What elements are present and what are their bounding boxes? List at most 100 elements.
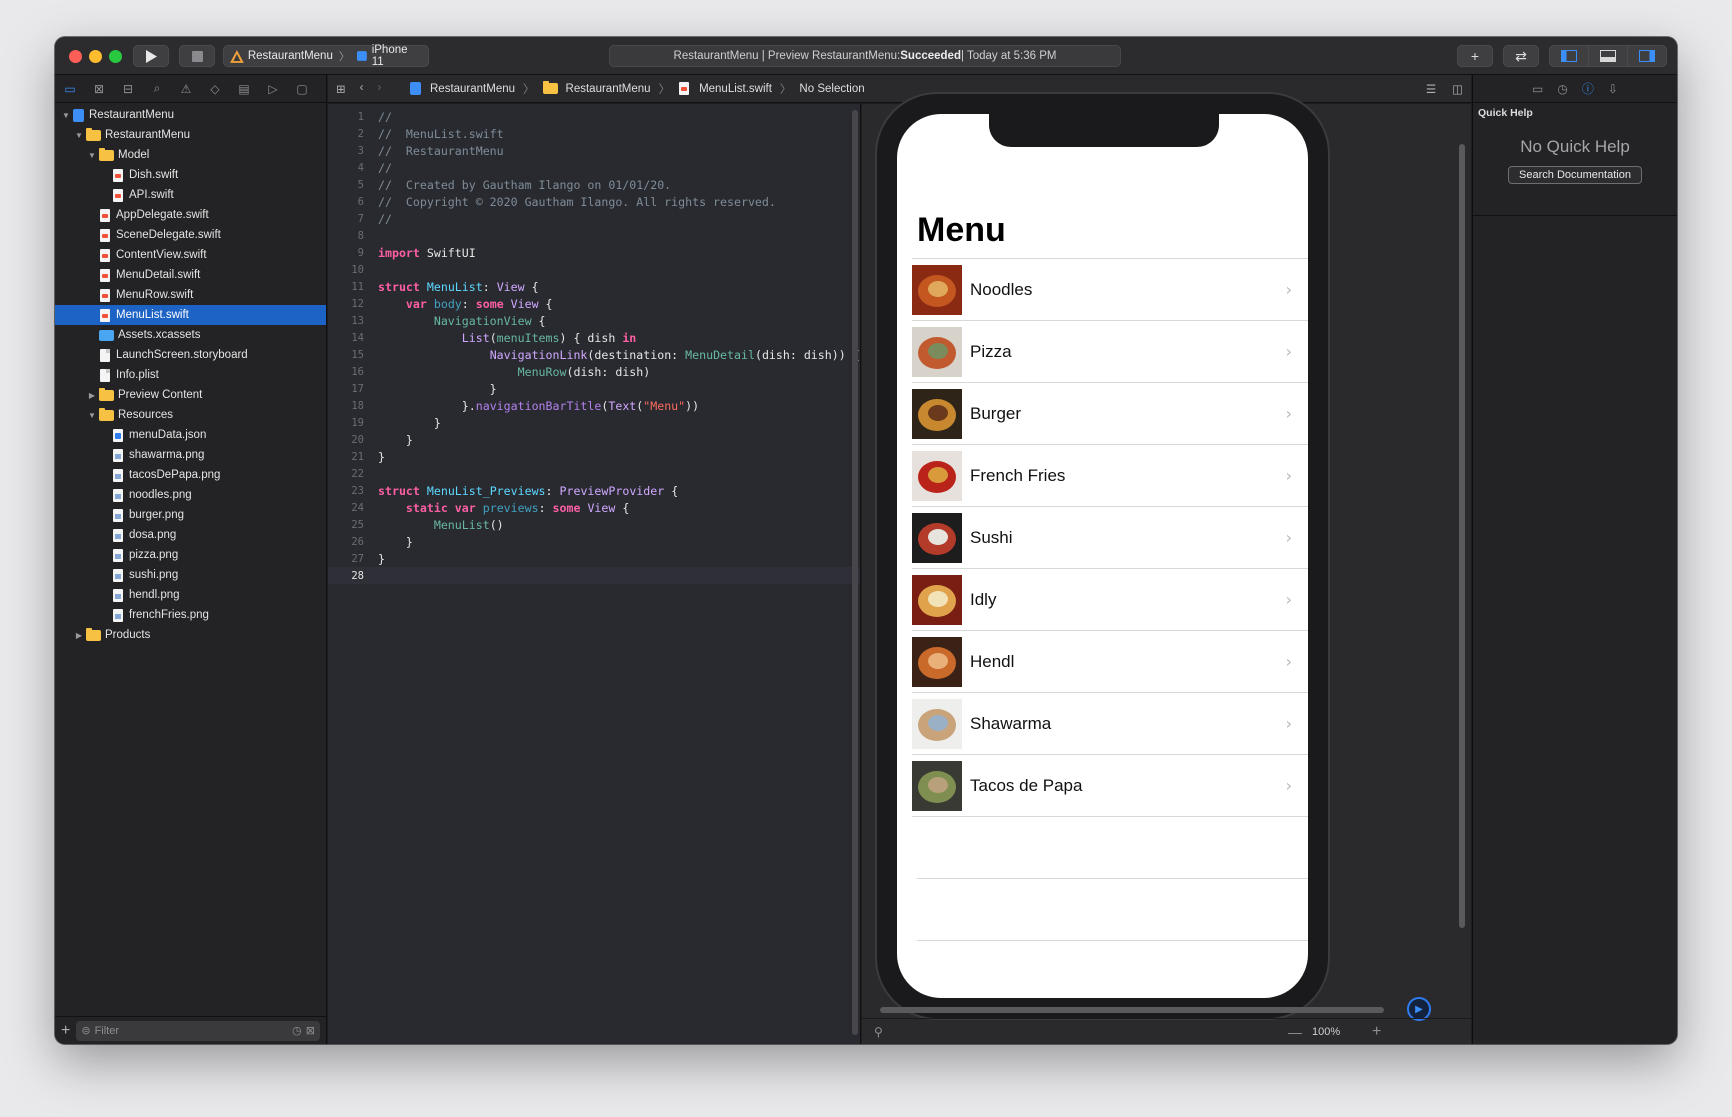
menu-row[interactable]: Tacos de Papa › (912, 755, 1308, 817)
file-tree-item[interactable]: noodles.png (55, 485, 326, 505)
editor-scrollbar[interactable] (852, 110, 858, 1035)
menu-row[interactable]: Burger › (912, 383, 1308, 445)
editor-options-icon[interactable]: ☰ (1426, 82, 1436, 96)
forward-button[interactable]: › (377, 82, 381, 96)
file-tree-item[interactable]: ▼ Model (55, 145, 326, 165)
code-line[interactable]: 8 (328, 227, 860, 244)
scm-filter-icon[interactable]: ⊠ (306, 1024, 315, 1037)
code-line[interactable]: 12 var body: some View { (328, 295, 860, 312)
code-line[interactable]: 10 (328, 261, 860, 278)
file-tree-item[interactable]: API.swift (55, 185, 326, 205)
disclosure-open-icon[interactable]: ▼ (87, 411, 97, 420)
code-line[interactable]: 5 // Created by Gautham Ilango on 01/01/2… (328, 176, 860, 193)
disclosure-closed-icon[interactable]: ▶ (74, 631, 84, 640)
source-control-icon[interactable]: ⊠ (90, 80, 108, 98)
canvas-horizontal-scrollbar[interactable] (880, 1007, 1384, 1013)
code-line[interactable]: 17 } (328, 380, 860, 397)
breadcrumb-item[interactable]: No Selection (799, 83, 864, 95)
code-line[interactable]: 14 List(menuItems) { dish in (328, 329, 860, 346)
related-items-icon[interactable]: ⊞ (336, 82, 346, 96)
file-tree-item[interactable]: shawarma.png (55, 445, 326, 465)
file-tree-item[interactable]: Assets.xcassets (55, 325, 326, 345)
code-line[interactable]: 20 } (328, 431, 860, 448)
folder-icon[interactable]: ▭ (61, 80, 79, 98)
scheme-name[interactable]: RestaurantMenu (248, 50, 333, 62)
zoom-out-button[interactable]: — (1288, 1024, 1302, 1040)
menu-row[interactable]: Shawarma › (912, 693, 1308, 755)
code-line[interactable]: 22 (328, 465, 860, 482)
file-tree-item[interactable]: menuData.json (55, 425, 326, 445)
minimize-window-button[interactable] (89, 50, 102, 63)
symbol-icon[interactable]: ⊟ (119, 80, 137, 98)
menu-row[interactable]: Pizza › (912, 321, 1308, 383)
file-tree-item[interactable]: ▼ Resources (55, 405, 326, 425)
source-editor[interactable]: 1//2// MenuList.swift 3// RestaurantMenu 4… (328, 104, 861, 1044)
file-tree-item[interactable]: dosa.png (55, 525, 326, 545)
code-line[interactable]: 25 MenuList() (328, 516, 860, 533)
file-tree-item[interactable]: AppDelegate.swift (55, 205, 326, 225)
file-tree-item[interactable]: Info.plist (55, 365, 326, 385)
file-tree-item[interactable]: frenchFries.png (55, 605, 326, 625)
canvas-vertical-scrollbar[interactable] (1459, 144, 1465, 928)
debug-icon[interactable]: ▤ (235, 80, 253, 98)
disclosure-closed-icon[interactable]: ▶ (87, 391, 97, 400)
file-tree-item[interactable]: burger.png (55, 505, 326, 525)
file-tree-item[interactable]: hendl.png (55, 585, 326, 605)
code-line[interactable]: 13 NavigationView { (328, 312, 860, 329)
quick-help-icon[interactable]: ⓘ (1582, 80, 1594, 97)
menu-row[interactable]: Hendl › (912, 631, 1308, 693)
code-line[interactable]: 3 // RestaurantMenu (328, 142, 860, 159)
code-line[interactable]: 21} (328, 448, 860, 465)
code-line[interactable]: 24 static var previews: some View { (328, 499, 860, 516)
code-line[interactable]: 18 }. navigationBarTitle(Text("Menu")) (328, 397, 860, 414)
debug-area-toggle-button[interactable] (1588, 46, 1627, 66)
menu-row[interactable]: Idly › (912, 569, 1308, 631)
code-line[interactable]: 23 struct MenuList_Previews: PreviewProvi… (328, 482, 860, 499)
device-name[interactable]: iPhone 11 (372, 44, 422, 68)
disclosure-open-icon[interactable]: ▼ (74, 131, 84, 140)
add-file-button[interactable]: + (61, 1022, 70, 1040)
search-icon[interactable]: ⌕ (148, 80, 166, 98)
filter-field[interactable]: ⊜ Filter ◷ ⊠ (76, 1020, 320, 1041)
code-line[interactable]: 11 struct MenuList: View { (328, 278, 860, 295)
file-tree-item[interactable]: pizza.png (55, 545, 326, 565)
attributes-inspector-icon[interactable]: ⇩ (1608, 82, 1618, 96)
breadcrumb-item[interactable]: RestaurantMenu (566, 83, 651, 95)
code-line[interactable]: 15 NavigationLink (destination: MenuDetai… (328, 346, 860, 363)
file-tree-item[interactable]: MenuDetail.swift (55, 265, 326, 285)
code-line[interactable]: 16 MenuRow (dish: dish) (328, 363, 860, 380)
search-documentation-button[interactable]: Search Documentation (1508, 166, 1642, 184)
close-window-button[interactable] (69, 50, 82, 63)
file-inspector-icon[interactable]: ▭ (1532, 82, 1543, 96)
code-review-button[interactable]: ⇄ (1503, 45, 1539, 67)
report-icon[interactable]: ▢ (293, 80, 311, 98)
disclosure-open-icon[interactable]: ▼ (87, 151, 97, 160)
add-editor-icon[interactable]: ◫ (1452, 82, 1463, 96)
inspector-toggle-button[interactable] (1627, 46, 1666, 66)
code-line[interactable]: 7 // (328, 210, 860, 227)
code-line[interactable]: 28 (328, 567, 860, 584)
scheme-selector[interactable]: RestaurantMenu 〉 iPhone 11 (223, 44, 429, 68)
code-view[interactable]: 1//2// MenuList.swift 3// RestaurantMenu 4… (328, 108, 860, 584)
file-tree-item[interactable]: ContentView.swift (55, 245, 326, 265)
menu-row[interactable]: Sushi › (912, 507, 1308, 569)
menu-row[interactable]: Noodles › (912, 259, 1308, 321)
breadcrumb-item[interactable]: RestaurantMenu (430, 83, 515, 95)
breakpoint-icon[interactable]: ▷ (264, 80, 282, 98)
library-button[interactable]: + (1457, 45, 1493, 67)
back-button[interactable]: ‹ (360, 82, 364, 96)
zoom-level[interactable]: 100% (1312, 1026, 1340, 1038)
test-icon[interactable]: ◇ (206, 80, 224, 98)
menu-row[interactable]: French Fries › (912, 445, 1308, 507)
file-tree-item[interactable]: MenuList.swift (55, 305, 326, 325)
breadcrumb-item[interactable]: MenuList.swift (699, 83, 772, 95)
code-line[interactable]: 27} (328, 550, 860, 567)
zoom-window-button[interactable] (109, 50, 122, 63)
pin-icon[interactable]: ⚲ (874, 1025, 883, 1039)
file-tree-item[interactable]: ▼ RestaurantMenu (55, 105, 326, 125)
file-tree-item[interactable]: ▼ RestaurantMenu (55, 125, 326, 145)
code-line[interactable]: 2 // MenuList.swift (328, 125, 860, 142)
code-line[interactable]: 9 import SwiftUI (328, 244, 860, 261)
run-button[interactable] (133, 45, 169, 67)
code-line[interactable]: 19 } (328, 414, 860, 431)
